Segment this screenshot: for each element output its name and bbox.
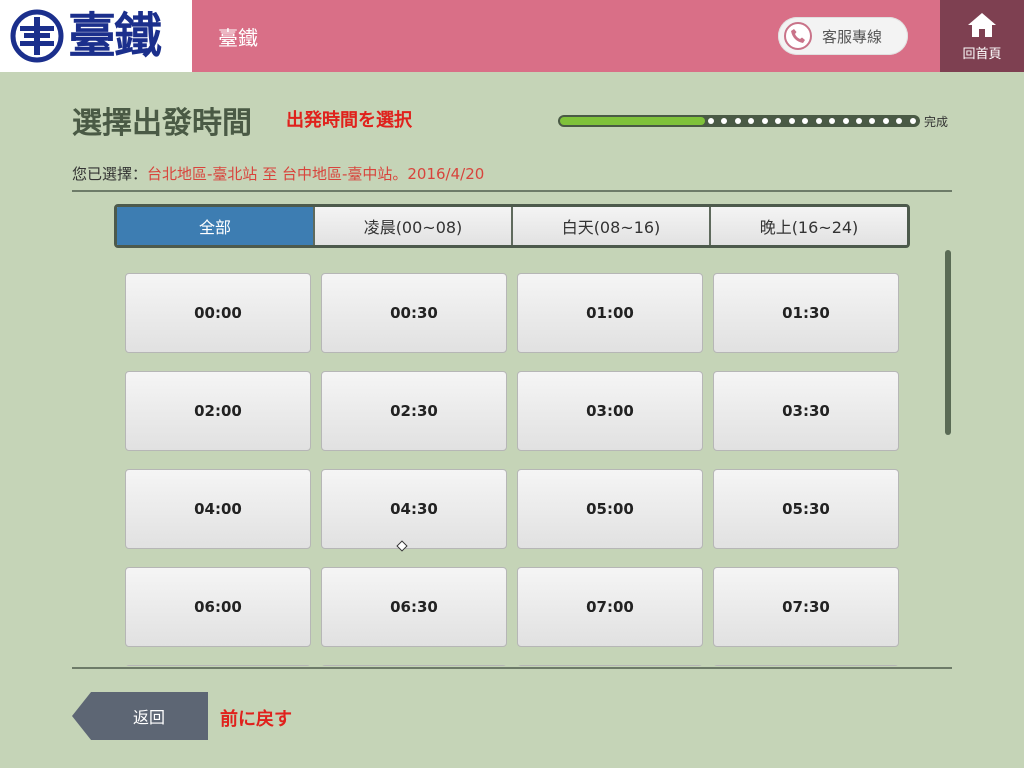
time-slot-button[interactable]: 04:30 — [321, 469, 507, 549]
progress-step-dot — [815, 118, 822, 124]
selection-summary: 您已選擇：台北地區-臺北站 至 台中地區-臺中站。2016/4/20 — [72, 163, 484, 184]
time-slot-button[interactable]: 05:00 — [517, 469, 703, 549]
page-title-japanese: 出発時間を選択 — [286, 110, 412, 131]
tab-early-morning[interactable]: 凌晨(00~08) — [313, 207, 511, 245]
time-slot-button[interactable]: 06:00 — [125, 567, 311, 647]
page-title: 選擇出發時間 — [72, 106, 252, 141]
time-slot-button[interactable]: 01:30 — [713, 273, 899, 353]
progress-step-dot — [896, 118, 903, 124]
time-slot-button[interactable]: 00:00 — [125, 273, 311, 353]
time-slot-button[interactable] — [517, 665, 703, 666]
divider — [72, 667, 952, 669]
progress-step-dot — [829, 118, 836, 124]
tab-daytime[interactable]: 白天(08~16) — [511, 207, 709, 245]
selection-label: 您已選擇： — [72, 165, 148, 183]
back-label-japanese: 前に戻す — [220, 709, 292, 730]
time-slot-button[interactable] — [321, 665, 507, 666]
progress-end-label: 完成 — [924, 115, 949, 129]
progress-step-dot — [748, 118, 755, 124]
selection-value: 台北地區-臺北站 至 台中地區-臺中站。2016/4/20 — [147, 165, 485, 183]
home-button[interactable]: 回首頁 — [940, 0, 1024, 72]
progress-step-dot — [882, 118, 889, 124]
progress-step-dot — [869, 118, 876, 124]
progress-step-dot — [761, 118, 768, 124]
progress-step-dot — [855, 118, 862, 124]
time-slot-button[interactable]: 03:30 — [713, 371, 899, 451]
time-slot-button[interactable]: 02:00 — [125, 371, 311, 451]
time-grid: 00:00 00:30 01:00 01:30 02:00 02:30 03:00 03:30… — [120, 268, 910, 666]
progress-step-dot — [788, 118, 795, 124]
time-slot-button[interactable] — [713, 665, 899, 666]
header-bar: 臺鐵 臺鐵 客服專線 回首頁 — [0, 0, 1024, 72]
time-slot-button[interactable]: 06:30 — [321, 567, 507, 647]
divider — [72, 190, 952, 192]
tab-evening[interactable]: 晚上(16~24) — [709, 207, 907, 245]
time-slot-button[interactable]: 05:30 — [713, 469, 899, 549]
time-slot-button[interactable]: 04:00 — [125, 469, 311, 549]
progress-step-dot — [802, 118, 809, 124]
time-period-tabs: 全部 凌晨(00~08) 白天(08~16) 晚上(16~24) — [114, 204, 910, 248]
progress-step-dot — [842, 118, 849, 124]
time-slot-button[interactable]: 00:30 — [321, 273, 507, 353]
home-icon — [968, 12, 996, 37]
progress-steps — [708, 118, 916, 124]
progress-step-dot — [909, 118, 916, 124]
logo[interactable]: 臺鐵 — [0, 0, 192, 72]
progress-step-dot — [734, 118, 741, 124]
progress-step-dot — [721, 118, 728, 124]
home-label: 回首頁 — [962, 46, 1002, 62]
back-button[interactable]: 返回 — [72, 692, 208, 740]
progress-step-dot — [708, 118, 714, 124]
time-slot-button[interactable]: 01:00 — [517, 273, 703, 353]
progress-fill — [560, 117, 705, 125]
phone-icon — [784, 22, 812, 50]
time-slot-button[interactable]: 02:30 — [321, 371, 507, 451]
time-slot-button[interactable] — [125, 665, 311, 666]
logo-text: 臺鐵 — [68, 8, 162, 64]
time-slot-button[interactable]: 07:30 — [713, 567, 899, 647]
scrollbar[interactable] — [945, 250, 951, 435]
time-slot-button[interactable]: 03:00 — [517, 371, 703, 451]
time-slot-button[interactable]: 07:00 — [517, 567, 703, 647]
progress-bar — [558, 115, 920, 127]
tab-all[interactable]: 全部 — [117, 207, 313, 245]
hotline-button[interactable]: 客服專線 — [778, 17, 908, 55]
hotline-label: 客服專線 — [822, 27, 883, 46]
railway-logo-icon — [10, 9, 64, 63]
progress-step-dot — [775, 118, 782, 124]
header-title: 臺鐵 — [218, 26, 258, 50]
